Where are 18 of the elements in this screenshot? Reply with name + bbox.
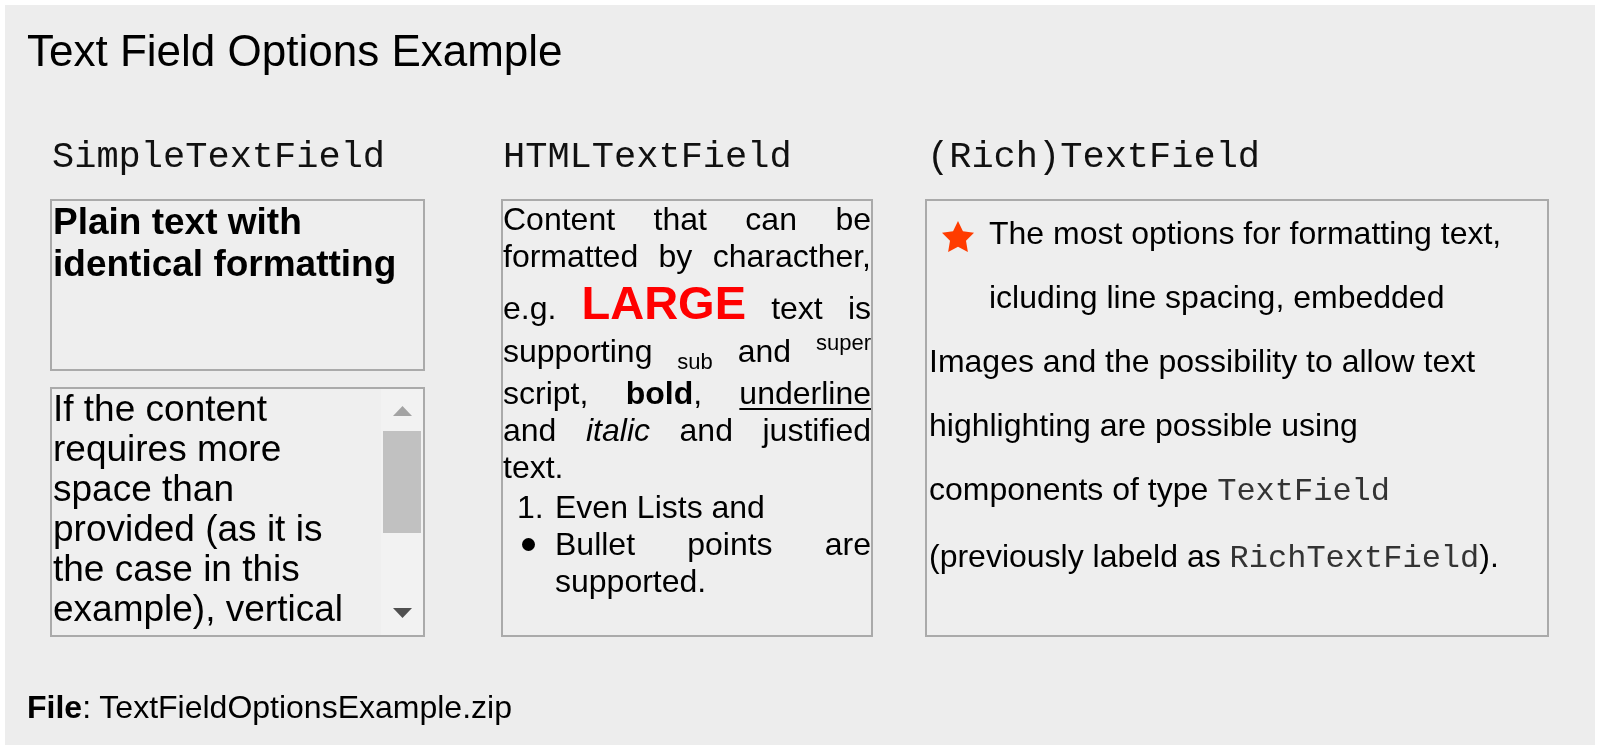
rich-paragraph: The most options for formatting text, icluding line spacing, embedded: [989, 214, 1503, 317]
list-item-text: Bullet points are supported.: [555, 526, 871, 601]
formatted-paragraph: Content that can be formatted by characther, e.g. LARGE text is supporting $_{sub}$ and $^{super}$ script, bold, underline and italic and justified text.: [503, 201, 871, 487]
star-icon: [942, 221, 974, 252]
scrolling-text: If the content requires more space than provided (as it is the case in this example), vertical: [52, 389, 344, 631]
scroll-down-icon[interactable]: [392, 608, 412, 618]
list-item-text: Even Lists and: [555, 489, 766, 527]
scroll-up-icon[interactable]: [392, 406, 412, 416]
rich-paragraph: Images and the possibility to allow text highlighting are possible using components of type TextField (previously labeld as RichTextField).: [929, 342, 1500, 579]
scrollbar-thumb[interactable]: [383, 431, 421, 533]
component-heading: SimpleTextField: [51, 136, 387, 178]
page-title: Text Field Options Example: [27, 26, 564, 76]
list-number: 1.: [517, 489, 544, 527]
plain-text: Plain text with identical formatting: [53, 201, 398, 285]
component-heading: HTMLTextField: [502, 136, 793, 178]
component-heading: (Rich)TextField: [926, 136, 1262, 178]
file-caption: File: TextFieldOptionsExample.zip: [27, 689, 513, 726]
bullet-icon: [522, 538, 535, 552]
